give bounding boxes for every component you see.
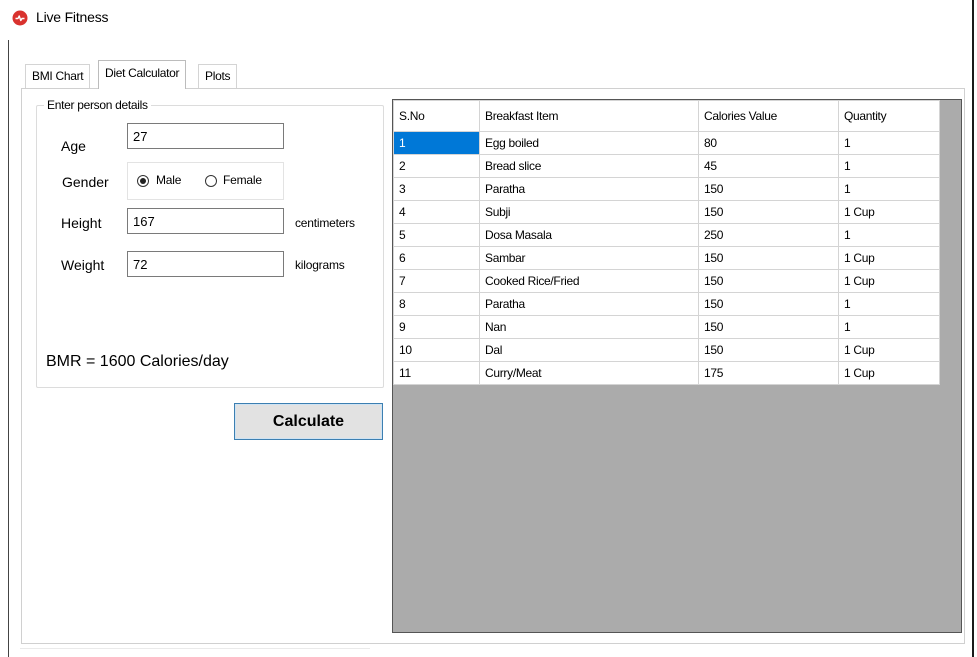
male-radio-label[interactable]: Male: [156, 173, 181, 187]
sno-cell[interactable]: 4: [393, 200, 480, 224]
sno-cell[interactable]: 9: [393, 315, 480, 339]
window-title: Live Fitness: [36, 9, 109, 25]
calories-cell[interactable]: 80: [698, 131, 839, 155]
calories-cell[interactable]: 250: [698, 223, 839, 247]
item-cell[interactable]: Dosa Masala: [479, 223, 699, 247]
breakfast-grid[interactable]: S.No Breakfast Item Calories Value Quant…: [392, 99, 962, 633]
calories-cell[interactable]: 150: [698, 269, 839, 293]
table-row[interactable]: 6 Sambar 150 1 Cup: [393, 246, 940, 270]
title-bar: Live Fitness: [0, 0, 972, 40]
table-row[interactable]: 4 Subji 150 1 Cup: [393, 200, 940, 224]
calories-cell[interactable]: 175: [698, 361, 839, 385]
column-header-item[interactable]: Breakfast Item: [479, 100, 699, 132]
table-row[interactable]: 1 Egg boiled 80 1: [393, 131, 940, 155]
quantity-cell[interactable]: 1 Cup: [838, 361, 940, 385]
item-cell[interactable]: Bread slice: [479, 154, 699, 178]
sno-cell[interactable]: 6: [393, 246, 480, 270]
item-cell[interactable]: Paratha: [479, 177, 699, 201]
item-cell[interactable]: Nan: [479, 315, 699, 339]
female-radio[interactable]: [205, 175, 217, 187]
table-row[interactable]: 9 Nan 150 1: [393, 315, 940, 339]
window-border-left: [8, 40, 9, 657]
calories-cell[interactable]: 45: [698, 154, 839, 178]
quantity-cell[interactable]: 1: [838, 154, 940, 178]
female-radio-label[interactable]: Female: [223, 173, 262, 187]
sno-cell[interactable]: 8: [393, 292, 480, 316]
sno-cell[interactable]: 3: [393, 177, 480, 201]
table-row[interactable]: 2 Bread slice 45 1: [393, 154, 940, 178]
quantity-cell[interactable]: 1: [838, 292, 940, 316]
height-unit-label: centimeters: [295, 216, 355, 230]
table-row[interactable]: 5 Dosa Masala 250 1: [393, 223, 940, 247]
table-row[interactable]: 11 Curry/Meat 175 1 Cup: [393, 361, 940, 385]
quantity-cell[interactable]: 1 Cup: [838, 246, 940, 270]
age-input[interactable]: [127, 123, 284, 149]
sno-cell[interactable]: 1: [393, 131, 480, 155]
weight-input[interactable]: [127, 251, 284, 277]
calories-cell[interactable]: 150: [698, 177, 839, 201]
status-strip: [20, 648, 370, 649]
calories-cell[interactable]: 150: [698, 292, 839, 316]
tab-diet-calculator[interactable]: Diet Calculator: [98, 60, 187, 89]
weight-label: Weight: [61, 257, 105, 273]
quantity-cell[interactable]: 1: [838, 223, 940, 247]
item-cell[interactable]: Subji: [479, 200, 699, 224]
table-header-row: S.No Breakfast Item Calories Value Quant…: [393, 100, 940, 132]
quantity-cell[interactable]: 1: [838, 131, 940, 155]
quantity-cell[interactable]: 1: [838, 177, 940, 201]
table-row[interactable]: 7 Cooked Rice/Fried 150 1 Cup: [393, 269, 940, 293]
calculate-button[interactable]: Calculate: [234, 403, 383, 440]
window-border: [972, 0, 974, 657]
breakfast-table: S.No Breakfast Item Calories Value Quant…: [393, 100, 940, 385]
item-cell[interactable]: Sambar: [479, 246, 699, 270]
quantity-cell[interactable]: 1 Cup: [838, 269, 940, 293]
sno-cell[interactable]: 7: [393, 269, 480, 293]
item-cell[interactable]: Dal: [479, 338, 699, 362]
height-input[interactable]: [127, 208, 284, 234]
tab-plots[interactable]: Plots: [198, 64, 238, 88]
weight-unit-label: kilograms: [295, 258, 345, 272]
age-label: Age: [61, 138, 86, 154]
quantity-cell[interactable]: 1 Cup: [838, 200, 940, 224]
table-row[interactable]: 8 Paratha 150 1: [393, 292, 940, 316]
column-header-sno[interactable]: S.No: [393, 100, 480, 132]
item-cell[interactable]: Curry/Meat: [479, 361, 699, 385]
person-details-title: Enter person details: [44, 98, 151, 112]
sno-cell[interactable]: 10: [393, 338, 480, 362]
calories-cell[interactable]: 150: [698, 200, 839, 224]
sno-cell[interactable]: 2: [393, 154, 480, 178]
tab-bmi-chart[interactable]: BMI Chart: [25, 64, 91, 88]
column-header-calories[interactable]: Calories Value: [698, 100, 839, 132]
male-radio[interactable]: [137, 175, 149, 187]
item-cell[interactable]: Egg boiled: [479, 131, 699, 155]
calories-cell[interactable]: 150: [698, 315, 839, 339]
table-row[interactable]: 10 Dal 150 1 Cup: [393, 338, 940, 362]
sno-cell[interactable]: 5: [393, 223, 480, 247]
quantity-cell[interactable]: 1 Cup: [838, 338, 940, 362]
sno-cell[interactable]: 11: [393, 361, 480, 385]
gender-label: Gender: [62, 174, 109, 190]
height-label: Height: [61, 215, 102, 231]
bmr-result: BMR = 1600 Calories/day: [46, 353, 229, 370]
table-row[interactable]: 3 Paratha 150 1: [393, 177, 940, 201]
item-cell[interactable]: Cooked Rice/Fried: [479, 269, 699, 293]
calories-cell[interactable]: 150: [698, 338, 839, 362]
quantity-cell[interactable]: 1: [838, 315, 940, 339]
item-cell[interactable]: Paratha: [479, 292, 699, 316]
app-logo-icon: [12, 10, 28, 26]
column-header-quantity[interactable]: Quantity: [838, 100, 940, 132]
calories-cell[interactable]: 150: [698, 246, 839, 270]
